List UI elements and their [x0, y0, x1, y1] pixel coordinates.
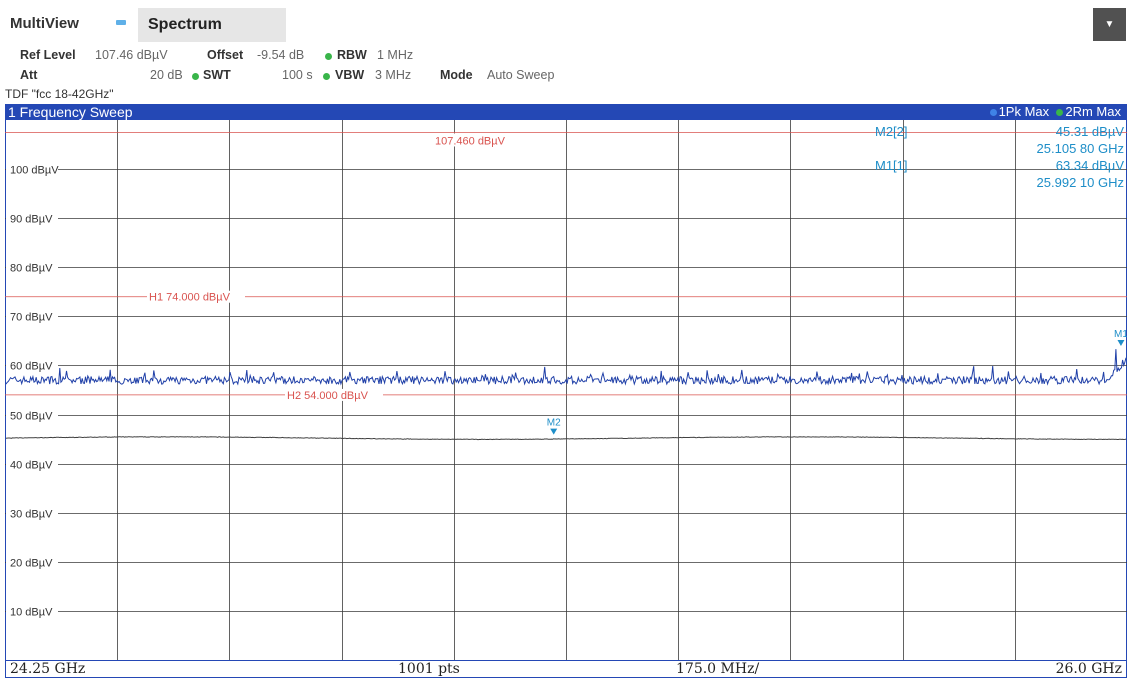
offset-value[interactable]: -9.54 dB: [257, 48, 304, 62]
trace1-status-icon: [989, 109, 997, 117]
vbw-value[interactable]: 3 MHz: [375, 68, 411, 82]
ref-level-value[interactable]: 107.46 dBµV: [95, 48, 168, 62]
y-tick-label: 80 dBµV: [10, 263, 53, 275]
trace1-legend-label[interactable]: 1Pk Max: [999, 104, 1050, 119]
limit-line-label: H1 74.000 dBµV: [149, 292, 231, 304]
y-tick-label: 90 dBµV: [10, 214, 53, 226]
att-value[interactable]: 20 dB: [150, 68, 183, 82]
y-tick-label: 10 dBµV: [10, 607, 53, 619]
tab-multiview[interactable]: MultiView: [0, 6, 79, 42]
offset-label: Offset: [207, 48, 244, 62]
swt-status-dot: [192, 73, 199, 80]
rbw-label: RBW: [337, 48, 367, 62]
y-tick-label: 30 dBµV: [10, 509, 53, 521]
marker-table-label: M2[2]: [875, 124, 908, 139]
y-tick-label: 70 dBµV: [10, 312, 53, 324]
rbw-status-dot: [325, 53, 332, 60]
spectrum-plot[interactable]: 100 dBµV 90 dBµV 80 dBµV 70 dBµV 60 dBµV 50 d…: [5, 120, 1127, 660]
marker-table-frequency: 25.105 80 GHz: [1037, 141, 1124, 156]
limit-line-label: H2 54.000 dBµV: [287, 390, 369, 402]
vertical-grid: [117, 120, 1016, 660]
ref-level-label: 107.460 dBµV: [435, 135, 506, 147]
horizontal-grid: 100 dBµV 90 dBµV 80 dBµV 70 dBµV 60 dBµV 50 d…: [5, 162, 1127, 619]
marker-table-label: M1[1]: [875, 158, 908, 173]
sweep-points[interactable]: 1001 pts: [398, 661, 460, 678]
mode-value[interactable]: Auto Sweep: [487, 68, 554, 82]
dropdown-menu-button[interactable]: ▼: [1093, 8, 1126, 41]
trace2-legend-label[interactable]: 2Rm Max: [1065, 104, 1121, 119]
marker-table: M2[2] 45.31 dBµV 25.105 80 GHz M1[1] 63.34 d…: [875, 124, 1124, 190]
y-tick-label: 100 dBµV: [10, 165, 59, 177]
marker-table-level: 45.31 dBµV: [1056, 124, 1125, 139]
trace-pk-max: [5, 349, 1127, 386]
y-tick-label: 60 dBµV: [10, 361, 53, 373]
swt-label: SWT: [203, 68, 231, 82]
marker-triangle-icon: [550, 428, 558, 435]
span-per-division[interactable]: 175.0 MHz/: [676, 661, 759, 678]
marker-label: M1: [1114, 329, 1127, 340]
y-tick-label: 50 dBµV: [10, 411, 53, 423]
marker-table-level: 63.34 dBµV: [1056, 158, 1125, 173]
swt-value[interactable]: 100 s: [282, 68, 313, 82]
multiview-tab-icon: [116, 20, 126, 25]
tab-spectrum[interactable]: Spectrum: [138, 8, 286, 42]
marker-triangle-icon: [1117, 340, 1125, 347]
y-tick-label: 20 dBµV: [10, 558, 53, 570]
start-frequency[interactable]: 24.25 GHz: [10, 661, 85, 678]
marker-table-frequency: 25.992 10 GHz: [1037, 175, 1124, 190]
trace2-status-icon: [1056, 109, 1064, 117]
frequency-axis-footer: 24.25 GHz 1001 pts 175.0 MHz/ 26.0 GHz: [5, 660, 1127, 678]
window-title: 1 Frequency Sweep: [8, 104, 133, 120]
title-bar: MultiView Spectrum ▼: [0, 0, 1128, 44]
trace-rm-max: [5, 436, 1127, 441]
transducer-factor-label: TDF "fcc 18-42GHz": [5, 87, 114, 101]
mode-label: Mode: [440, 68, 473, 82]
ref-level-label: Ref Level: [20, 48, 76, 62]
dropdown-arrow-icon: ▼: [1104, 19, 1115, 30]
vbw-status-dot: [323, 73, 330, 80]
measurement-settings-panel: Ref Level 107.46 dBµV Offset -9.54 dB RB…: [0, 44, 1128, 104]
att-label: Att: [20, 68, 38, 82]
window-header[interactable]: 1 Frequency Sweep 1Pk Max 2Rm Max: [5, 104, 1127, 120]
stop-frequency[interactable]: 26.0 GHz: [1056, 661, 1122, 678]
trace-legend: 1Pk Max 2Rm Max: [989, 104, 1121, 120]
y-tick-label: 40 dBµV: [10, 460, 53, 472]
vbw-label: VBW: [335, 68, 365, 82]
marker-label: M2: [547, 418, 561, 429]
rbw-value[interactable]: 1 MHz: [377, 48, 413, 62]
